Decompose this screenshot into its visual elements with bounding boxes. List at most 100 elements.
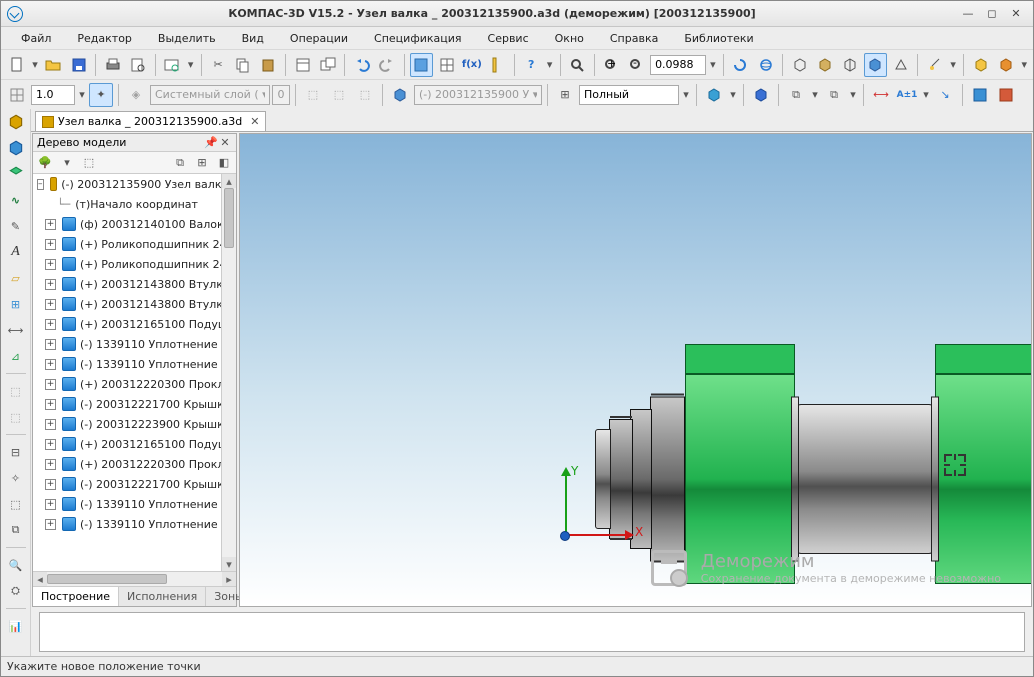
tree-tool-2[interactable]: ⬚ [79,154,99,172]
rail-btn-9[interactable]: ⟷ [5,319,27,341]
rail-btn-5[interactable]: ✎ [5,215,27,237]
tree-item[interactable]: +(-) 1339110 Уплотнение 3 [33,334,236,354]
zoom-value-input[interactable] [650,55,706,75]
doc-tab-close[interactable]: ✕ [250,115,259,128]
tree-close-button[interactable]: ✕ [218,136,232,149]
menu-window[interactable]: Окно [543,30,596,47]
grid-toggle-button[interactable] [5,83,29,107]
tree-item[interactable]: +(+) Роликоподшипник 240 [33,254,236,274]
a1-dropdown[interactable]: ▾ [921,88,931,101]
tree-scrollbar-v[interactable]: ▴▾ [221,174,236,571]
orbit-button[interactable] [754,53,777,77]
ruler-button[interactable] [485,53,508,77]
snap-grid-button[interactable]: ✦ [89,83,113,107]
copy-props-button[interactable] [316,53,339,77]
maximize-button[interactable]: ◻ [981,5,1003,23]
render1-dropdown[interactable]: ▾ [728,88,738,101]
rail-btn-18[interactable]: ⛭ [5,580,27,602]
state-icon[interactable] [388,83,412,107]
display-icon[interactable]: ⊞ [553,83,577,107]
lib2-button[interactable]: ⧉ [822,83,846,107]
minimize-button[interactable]: — [957,5,979,23]
rail-btn-10[interactable]: ⊿ [5,345,27,367]
layer-icon[interactable]: ◈ [124,83,148,107]
dim-button[interactable]: ⟷ [869,83,893,107]
rail-btn-4[interactable]: ∿ [5,189,27,211]
layer-a-button[interactable]: ⬚ [301,83,325,107]
menu-operations[interactable]: Операции [278,30,360,47]
zoom-in-button[interactable]: + [600,53,623,77]
tree-list[interactable]: –(-) 200312135900 Узел валка ( └─(т)Нача… [33,174,236,571]
tree-tool-5[interactable]: ◧ [214,154,234,172]
perspective-button[interactable] [889,53,912,77]
lib1-dropdown[interactable]: ▾ [810,88,820,101]
tree-tool-3[interactable]: ⧉ [170,154,190,172]
rail-btn-1[interactable] [5,111,27,133]
viewport-3d[interactable]: X Y Деморежим Сохранение документа в дем… [239,133,1032,607]
open-button[interactable] [42,53,65,77]
zoom-fit-button[interactable] [565,53,588,77]
line-weight-input[interactable] [31,85,75,105]
state-combo[interactable] [414,85,542,105]
snap-button[interactable] [923,53,946,77]
render2-button[interactable] [749,83,773,107]
view1-button[interactable] [968,83,992,107]
lib1-button[interactable]: ⧉ [784,83,808,107]
layer-c-button[interactable]: ⬚ [353,83,377,107]
tree-item[interactable]: +(-) 1339110 Уплотнение 3 [33,514,236,534]
tree-item[interactable]: +(+) 200312143800 Втулка [33,274,236,294]
tree-item[interactable]: +(-) 200312221700 Крышка [33,474,236,494]
rail-btn-2[interactable] [5,137,27,159]
box2-dropdown[interactable]: ▾ [1019,58,1029,71]
menu-file[interactable]: Файл [9,30,63,47]
tree-tool-4[interactable]: ⊞ [192,154,212,172]
menu-service[interactable]: Сервис [476,30,541,47]
rail-btn-6[interactable]: A [5,241,27,263]
tree-item[interactable]: +(-) 200312221700 Крышка [33,394,236,414]
cut-button[interactable]: ✂ [206,53,229,77]
redo-button[interactable] [376,53,399,77]
rail-btn-12[interactable]: ⬚ [5,406,27,428]
table-button[interactable] [435,53,458,77]
tree-item[interactable]: +(ф) 200312140100 Валок в [33,214,236,234]
paste-button[interactable] [257,53,280,77]
shade-button[interactable] [864,53,887,77]
tree-item[interactable]: +(-) 200312223900 Крышка [33,414,236,434]
new-button[interactable] [5,53,28,77]
copy-button[interactable] [232,53,255,77]
a1-button[interactable]: A±1 [895,83,919,107]
rail-btn-16[interactable]: ⧉ [5,519,27,541]
properties-button[interactable] [291,53,314,77]
line-weight-dropdown[interactable]: ▾ [77,88,87,101]
layer-b-button[interactable]: ⬚ [327,83,351,107]
print-button[interactable] [101,53,124,77]
tree-origin[interactable]: └─(т)Начало координат [33,194,236,214]
iso-button[interactable] [788,53,811,77]
tree-tool-1[interactable]: 🌳 [35,154,55,172]
doc-tab-active[interactable]: Узел валка _ 200312135900.a3d ✕ [35,111,266,131]
tree-item[interactable]: +(-) 1339110 Уплотнение 3 [33,494,236,514]
display-mode-combo[interactable] [579,85,679,105]
view2-button[interactable] [994,83,1018,107]
zoom-out-button[interactable]: - [625,53,648,77]
tree-item[interactable]: +(+) 200312143800 Втулка [33,294,236,314]
menu-edit[interactable]: Редактор [65,30,144,47]
close-button[interactable]: ✕ [1005,5,1027,23]
print-preview-button[interactable] [126,53,149,77]
tree-item[interactable]: +(+) 200312220300 Прокла [33,454,236,474]
tree-tool-dd[interactable]: ▾ [57,154,77,172]
tree-item[interactable]: +(+) Роликоподшипник 240 [33,234,236,254]
tree-pin-button[interactable]: 📌 [204,136,218,149]
rail-btn-14[interactable]: ✧ [5,467,27,489]
preview-button[interactable] [161,53,184,77]
tree-item[interactable]: +(+) 200312165100 Подуш [33,314,236,334]
rail-btn-13[interactable]: ⊟ [5,441,27,463]
tree-item[interactable]: +(-) 1339110 Уплотнение 3 [33,354,236,374]
tree-root[interactable]: –(-) 200312135900 Узел валка ( [33,174,236,194]
help-button[interactable]: ? [520,53,543,77]
tree-item[interactable]: +(+) 200312220300 Прокла [33,374,236,394]
rail-btn-7[interactable]: ▱ [5,267,27,289]
rail-btn-17[interactable]: 🔍 [5,554,27,576]
tree-item[interactable]: +(+) 200312165100 Подуш [33,434,236,454]
front-button[interactable] [813,53,836,77]
